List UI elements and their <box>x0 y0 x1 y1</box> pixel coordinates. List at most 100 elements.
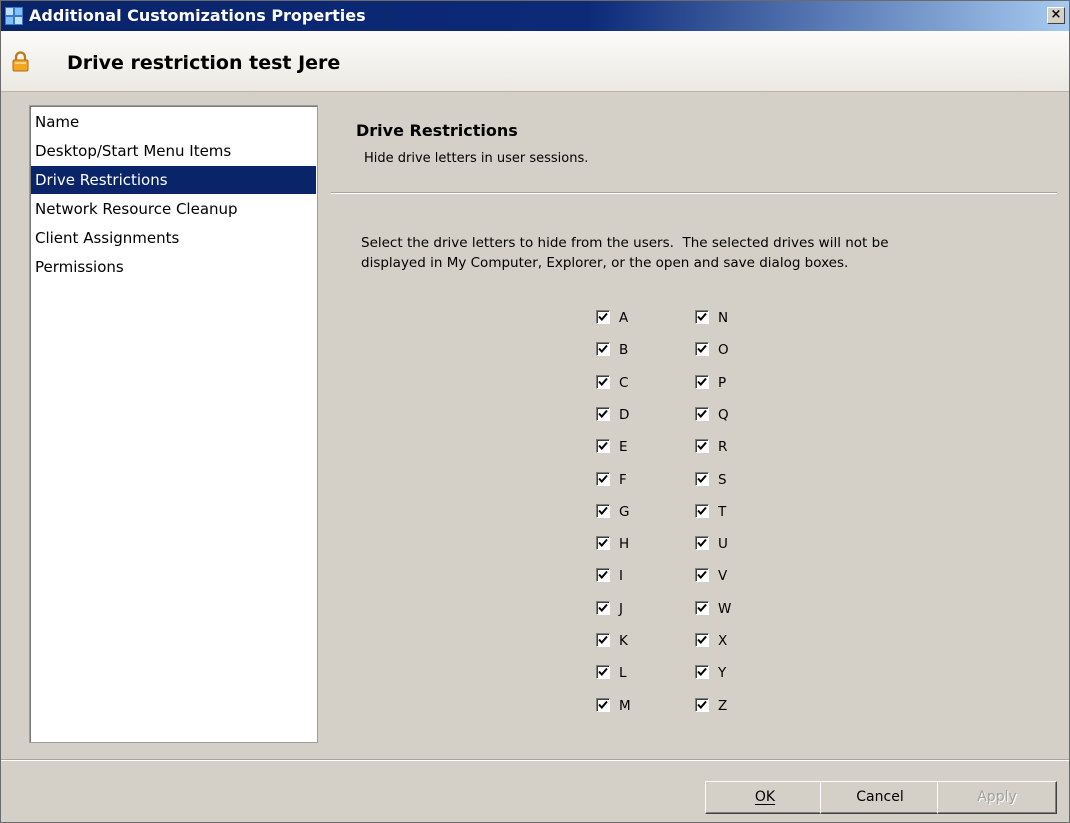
drive-letter-label: O <box>718 342 729 358</box>
checkmark-icon <box>598 570 608 579</box>
lock-icon <box>12 51 29 72</box>
drive-checkbox-x[interactable] <box>695 633 709 647</box>
close-icon: × <box>1050 7 1062 22</box>
properties-dialog: Additional Customizations Properties × D… <box>0 0 1070 823</box>
app-icon <box>5 7 23 25</box>
apply-button-label: Apply <box>977 789 1017 805</box>
checkmark-icon <box>598 538 608 547</box>
drive-letter-label: B <box>619 342 629 358</box>
drive-checkbox-a[interactable] <box>596 310 610 324</box>
drive-letter-label: Z <box>718 698 728 714</box>
checkmark-icon <box>697 538 707 547</box>
drive-checkbox-l[interactable] <box>596 665 610 679</box>
bottom-divider <box>1 759 1069 761</box>
drive-checkbox-u[interactable] <box>695 536 709 550</box>
window-title: Additional Customizations Properties <box>29 6 366 25</box>
drive-letter-label: E <box>619 439 628 455</box>
drive-checkbox-b[interactable] <box>596 342 610 356</box>
drive-letter-label: X <box>718 633 728 649</box>
nav-item-client-assignments[interactable]: Client Assignments <box>31 224 316 252</box>
checkmark-icon <box>598 344 608 353</box>
drive-checkbox-p[interactable] <box>695 375 709 389</box>
drive-checkbox-j[interactable] <box>596 601 610 615</box>
checkmark-icon <box>697 312 707 321</box>
checkmark-icon <box>598 441 608 450</box>
instructions-line-2: displayed in My Computer, Explorer, or t… <box>361 255 849 271</box>
drive-checkbox-n[interactable] <box>695 310 709 324</box>
pane-subtitle: Hide drive letters in user sessions. <box>364 151 589 166</box>
header-strip: Drive restriction test Jere <box>1 31 1069 92</box>
nav-list[interactable]: Name Desktop/Start Menu Items Drive Rest… <box>29 105 318 743</box>
instructions-line-1: Select the drive letters to hide from th… <box>361 235 889 251</box>
ok-button-label: OK <box>754 789 776 805</box>
drive-letter-label: V <box>718 568 728 584</box>
drive-letter-label: R <box>718 439 728 455</box>
drive-checkbox-t[interactable] <box>695 504 709 518</box>
drive-letter-label: F <box>619 472 627 488</box>
nav-item-network-resource-cleanup[interactable]: Network Resource Cleanup <box>31 195 316 223</box>
drive-checkbox-w[interactable] <box>695 601 709 615</box>
drive-checkbox-e[interactable] <box>596 439 610 453</box>
drive-letter-label: W <box>718 601 732 617</box>
drive-checkbox-g[interactable] <box>596 504 610 518</box>
drive-letter-label: G <box>619 504 630 520</box>
drive-letter-label: Y <box>718 665 727 681</box>
drive-checkbox-r[interactable] <box>695 439 709 453</box>
checkmark-icon <box>598 506 608 515</box>
drive-letter-label: M <box>619 698 631 714</box>
checkmark-icon <box>697 667 707 676</box>
drive-checkbox-f[interactable] <box>596 472 610 486</box>
checkmark-icon <box>697 377 707 386</box>
checkmark-icon <box>598 377 608 386</box>
drive-letter-label: I <box>619 568 623 584</box>
close-button[interactable]: × <box>1047 7 1065 24</box>
instructions-text: Select the drive letters to hide from th… <box>361 233 1041 273</box>
checkmark-icon <box>697 700 707 709</box>
checkmark-icon <box>598 667 608 676</box>
header-title: Drive restriction test Jere <box>67 52 341 74</box>
drive-checkbox-h[interactable] <box>596 536 610 550</box>
checkmark-icon <box>697 506 707 515</box>
checkmark-icon <box>697 409 707 418</box>
checkmark-icon <box>598 312 608 321</box>
drive-letter-label: T <box>718 504 727 520</box>
drive-checkbox-z[interactable] <box>695 698 709 712</box>
checkmark-icon <box>598 603 608 612</box>
drive-letter-label: J <box>619 601 623 617</box>
drive-checkbox-c[interactable] <box>596 375 610 389</box>
cancel-button[interactable]: Cancel <box>820 781 940 814</box>
checkmark-icon <box>697 603 707 612</box>
nav-item-name[interactable]: Name <box>31 108 316 136</box>
nav-item-desktop-start-menu-items[interactable]: Desktop/Start Menu Items <box>31 137 316 165</box>
drive-letter-label: A <box>619 310 629 326</box>
apply-button[interactable]: Apply <box>937 781 1057 814</box>
drive-checkbox-s[interactable] <box>695 472 709 486</box>
title-bar[interactable]: Additional Customizations Properties × <box>1 1 1069 31</box>
checkmark-icon <box>598 409 608 418</box>
drive-letter-label: L <box>619 665 627 681</box>
drive-letter-label: S <box>718 472 727 488</box>
drive-checkbox-v[interactable] <box>695 568 709 582</box>
nav-item-permissions[interactable]: Permissions <box>31 253 316 281</box>
drive-checkbox-q[interactable] <box>695 407 709 421</box>
drive-letter-label: N <box>718 310 729 326</box>
drive-letter-label: U <box>718 536 728 552</box>
checkmark-icon <box>697 474 707 483</box>
drive-letter-label: K <box>619 633 628 649</box>
checkmark-icon <box>697 635 707 644</box>
drive-checkbox-i[interactable] <box>596 568 610 582</box>
pane-divider <box>331 192 1057 194</box>
drive-checkbox-y[interactable] <box>695 665 709 679</box>
nav-item-drive-restrictions[interactable]: Drive Restrictions <box>31 166 316 194</box>
checkmark-icon <box>697 441 707 450</box>
checkmark-icon <box>598 635 608 644</box>
cancel-button-label: Cancel <box>856 789 904 805</box>
drive-letter-label: P <box>718 375 727 391</box>
ok-button[interactable]: OK <box>705 781 825 814</box>
drive-checkbox-o[interactable] <box>695 342 709 356</box>
drive-checkbox-d[interactable] <box>596 407 610 421</box>
pane-title: Drive Restrictions <box>356 121 518 140</box>
drive-checkbox-k[interactable] <box>596 633 610 647</box>
checkmark-icon <box>697 570 707 579</box>
drive-checkbox-m[interactable] <box>596 698 610 712</box>
